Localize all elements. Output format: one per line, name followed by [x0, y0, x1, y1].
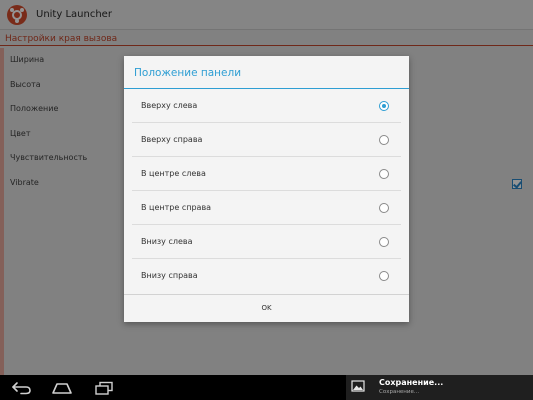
- home-button[interactable]: [48, 379, 76, 396]
- image-icon: [351, 379, 365, 393]
- option-bottom-right[interactable]: Внизу справа: [132, 259, 401, 293]
- radio-button-selected[interactable]: [379, 101, 389, 111]
- option-label: Вверху слева: [141, 101, 198, 110]
- option-bottom-left[interactable]: Внизу слева: [132, 225, 401, 259]
- option-label: Вверху справа: [141, 135, 203, 144]
- radio-button[interactable]: [379, 135, 389, 145]
- position-options: Вверху слева Вверху справа В центре слев…: [124, 89, 409, 293]
- ok-button[interactable]: OK: [124, 294, 409, 322]
- radio-button[interactable]: [379, 271, 389, 281]
- option-label: В центре слева: [141, 169, 206, 178]
- option-top-right[interactable]: Вверху справа: [132, 123, 401, 157]
- radio-button[interactable]: [379, 169, 389, 179]
- option-label: Внизу слева: [141, 237, 193, 246]
- home-icon: [52, 382, 72, 394]
- option-top-left[interactable]: Вверху слева: [132, 89, 401, 123]
- system-nav-bar: Сохранение... Сохранение...: [0, 375, 533, 400]
- dialog-title: Положение панели: [124, 56, 409, 89]
- back-button[interactable]: [8, 379, 36, 396]
- option-center-right[interactable]: В центре справа: [132, 191, 401, 225]
- back-arrow-icon: [12, 381, 31, 394]
- option-label: Внизу справа: [141, 271, 198, 280]
- radio-button[interactable]: [379, 203, 389, 213]
- notification-title: Сохранение...: [379, 378, 444, 387]
- radio-button[interactable]: [379, 237, 389, 247]
- recent-apps-icon: [95, 381, 113, 395]
- notification-subtitle: Сохранение...: [379, 389, 420, 395]
- notification-area[interactable]: Сохранение... Сохранение...: [346, 375, 533, 400]
- panel-position-dialog: Положение панели Вверху слева Вверху спр…: [124, 56, 409, 322]
- recent-apps-button[interactable]: [90, 379, 118, 396]
- option-label: В центре справа: [141, 203, 212, 212]
- option-center-left[interactable]: В центре слева: [132, 157, 401, 191]
